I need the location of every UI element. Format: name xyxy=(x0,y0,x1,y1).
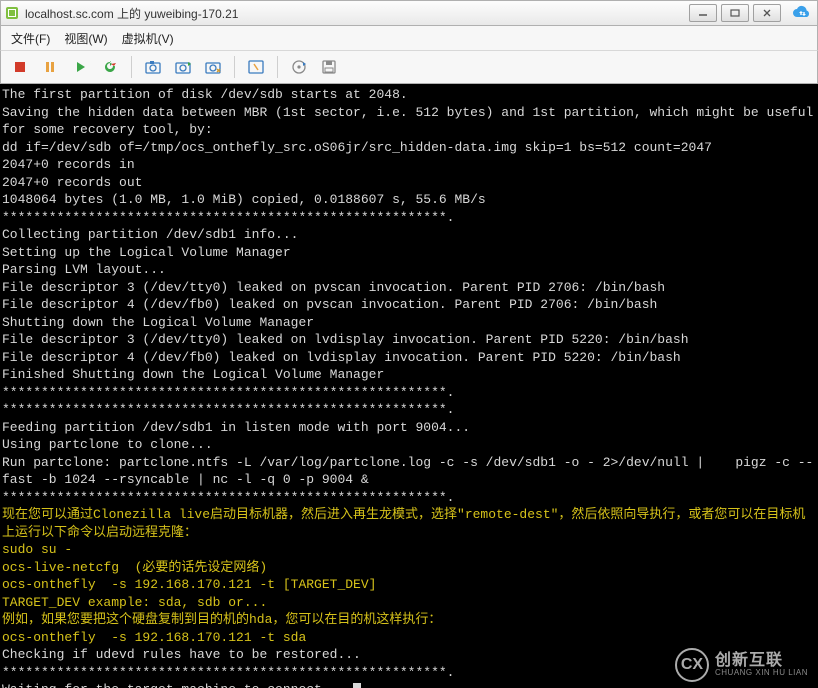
menubar: 文件(F) 视图(W) 虚拟机(V) xyxy=(0,26,818,50)
watermark-brand-en: CHUANG XIN HU LIAN xyxy=(715,669,808,677)
close-button[interactable] xyxy=(753,4,781,22)
cd-connect-icon[interactable] xyxy=(286,54,312,80)
menu-vm[interactable]: 虚拟机(V) xyxy=(122,30,174,47)
snapshot-icon[interactable] xyxy=(140,54,166,80)
window-buttons xyxy=(689,4,813,22)
toolbar xyxy=(0,50,818,84)
menu-file[interactable]: 文件(F) xyxy=(11,30,50,47)
vm-console-terminal[interactable]: The first partition of disk /dev/sdb sta… xyxy=(0,84,818,688)
minimize-button[interactable] xyxy=(689,4,717,22)
fullscreen-icon[interactable] xyxy=(243,54,269,80)
pause-button[interactable] xyxy=(37,54,63,80)
stop-button[interactable] xyxy=(7,54,33,80)
floppy-connect-icon[interactable] xyxy=(316,54,342,80)
maximize-button[interactable] xyxy=(721,4,749,22)
toolbar-separator xyxy=(277,56,278,78)
snapshot-manager-icon[interactable] xyxy=(200,54,226,80)
restart-button[interactable] xyxy=(97,54,123,80)
watermark: CX 创新互联 CHUANG XIN HU LIAN xyxy=(675,648,808,682)
vsphere-icon xyxy=(5,6,19,20)
snapshot-revert-icon[interactable] xyxy=(170,54,196,80)
watermark-brand-cn: 创新互联 xyxy=(715,653,808,669)
menu-view[interactable]: 视图(W) xyxy=(64,30,107,47)
watermark-logo-icon: CX xyxy=(675,648,709,682)
cloud-sync-icon[interactable] xyxy=(791,4,813,22)
play-button[interactable] xyxy=(67,54,93,80)
toolbar-separator xyxy=(131,56,132,78)
window-titlebar: localhost.sc.com 上的 yuweibing-170.21 xyxy=(0,0,818,26)
window-title: localhost.sc.com 上的 yuweibing-170.21 xyxy=(25,5,238,22)
toolbar-separator xyxy=(234,56,235,78)
